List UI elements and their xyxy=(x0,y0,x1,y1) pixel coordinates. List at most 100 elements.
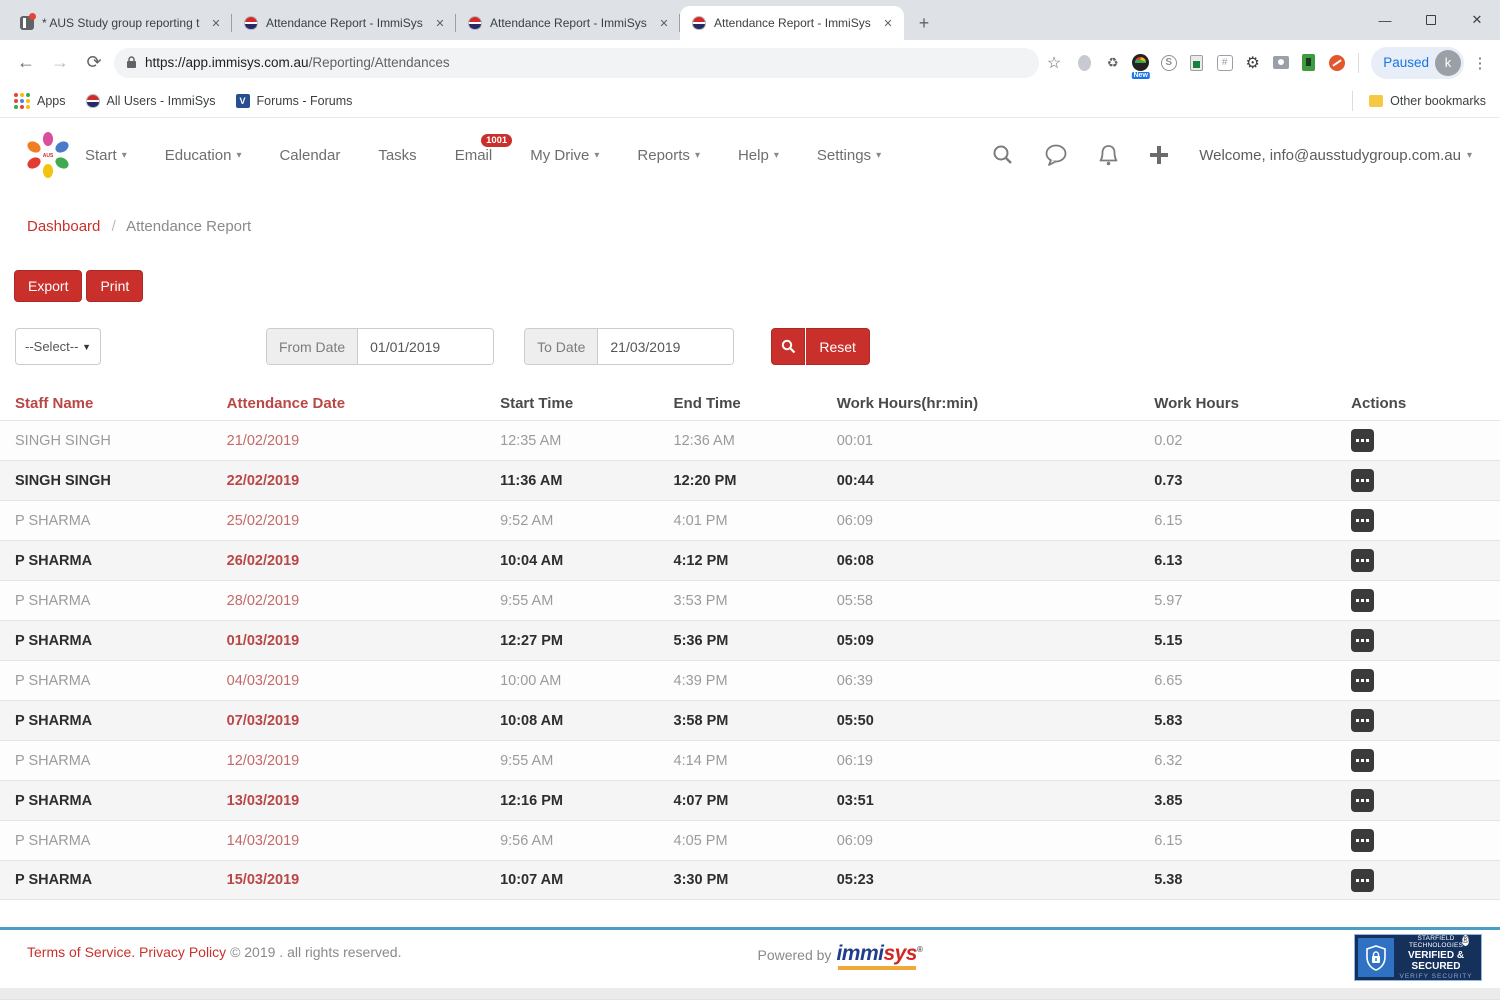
skype-extension-icon[interactable]: S xyxy=(1159,53,1178,72)
cam-extension-icon[interactable] xyxy=(1271,53,1290,72)
row-actions-button[interactable] xyxy=(1351,869,1374,892)
apps-grid-icon xyxy=(14,93,30,109)
gauge-extension-icon[interactable]: New xyxy=(1131,53,1150,72)
breadcrumb-dashboard-link[interactable]: Dashboard xyxy=(27,218,100,235)
menu-item-calendar[interactable]: Calendar xyxy=(279,147,340,164)
tab-close-icon[interactable]: ✕ xyxy=(208,15,224,31)
menu-item-tasks[interactable]: Tasks xyxy=(378,147,416,164)
extensions-row: ♻ New S # ⚙ xyxy=(1075,53,1346,72)
row-actions-button[interactable] xyxy=(1351,509,1374,532)
row-actions-button[interactable] xyxy=(1351,629,1374,652)
row-actions-button[interactable] xyxy=(1351,709,1374,732)
row-actions-button[interactable] xyxy=(1351,589,1374,612)
tab-close-icon[interactable]: ✕ xyxy=(432,15,448,31)
staff-select-dropdown[interactable]: --Select-- ▼ xyxy=(15,328,101,365)
menu-item-start[interactable]: Start▾ xyxy=(85,147,127,164)
actions-cell xyxy=(1351,549,1485,572)
sync-paused-button[interactable]: Paused k xyxy=(1371,47,1464,79)
menu-item-help[interactable]: Help▾ xyxy=(738,147,779,164)
close-window-button[interactable]: ✕ xyxy=(1454,0,1500,40)
browser-tab[interactable]: * AUS Study group reporting tha ✕ xyxy=(8,6,232,40)
start-time-cell: 9:55 AM xyxy=(500,753,553,769)
verified-secured-seal[interactable]: STARFIELD TECHNOLOGIES VERIFIED & SECURE… xyxy=(1354,934,1482,981)
reload-button[interactable]: ⟳ xyxy=(80,49,108,77)
grid-extension-icon[interactable]: # xyxy=(1215,53,1234,72)
attendance-date-link[interactable]: 26/02/2019 xyxy=(227,553,300,569)
menu-item-settings[interactable]: Settings▾ xyxy=(817,147,881,164)
row-actions-button[interactable] xyxy=(1351,789,1374,812)
attendance-date-link[interactable]: 14/03/2019 xyxy=(227,833,300,849)
row-actions-button[interactable] xyxy=(1351,469,1374,492)
menu-item-my-drive[interactable]: My Drive▾ xyxy=(530,147,599,164)
restore-button[interactable] xyxy=(1408,0,1454,40)
row-actions-button[interactable] xyxy=(1351,429,1374,452)
orange-extension-icon[interactable] xyxy=(1327,53,1346,72)
search-icon[interactable] xyxy=(992,144,1014,166)
row-actions-button[interactable] xyxy=(1351,669,1374,692)
search-filter-button[interactable] xyxy=(771,328,805,365)
phone-extension-icon[interactable] xyxy=(1299,53,1318,72)
egg-extension-icon[interactable] xyxy=(1075,53,1094,72)
attendance-date-link[interactable]: 21/02/2019 xyxy=(227,433,300,449)
bookmark-forums[interactable]: V Forums - Forums xyxy=(236,94,353,108)
to-date-input[interactable] xyxy=(598,329,733,364)
other-bookmarks-button[interactable]: Other bookmarks xyxy=(1369,94,1486,108)
reset-button[interactable]: Reset xyxy=(806,328,870,365)
attendance-date-link[interactable]: 12/03/2019 xyxy=(227,753,300,769)
menu-label: Help xyxy=(738,147,769,164)
bookmark-apps[interactable]: Apps xyxy=(14,93,66,109)
row-actions-button[interactable] xyxy=(1351,549,1374,572)
gear-extension-icon[interactable]: ⚙ xyxy=(1243,53,1262,72)
aus-study-group-logo[interactable]: AUS xyxy=(25,132,71,178)
print-button[interactable]: Print xyxy=(86,270,143,302)
attendance-date-link[interactable]: 13/03/2019 xyxy=(227,793,300,809)
attendance-date-link[interactable]: 28/02/2019 xyxy=(227,593,300,609)
menu-label: Email xyxy=(455,147,493,164)
menu-item-education[interactable]: Education▾ xyxy=(165,147,242,164)
chrome-menu-icon[interactable]: ⋮ xyxy=(1470,54,1490,72)
back-button[interactable]: ← xyxy=(12,49,40,77)
end-time-cell: 5:36 PM xyxy=(674,633,729,649)
chat-icon[interactable] xyxy=(1044,144,1068,166)
attendance-date-link[interactable]: 01/03/2019 xyxy=(227,633,300,649)
add-plus-icon[interactable] xyxy=(1149,145,1169,165)
bookmark-all-users[interactable]: All Users - ImmiSys xyxy=(86,94,216,108)
cell: 9:55 AM xyxy=(500,593,673,609)
browser-tab[interactable]: Attendance Report - ImmiSys✕ xyxy=(680,6,904,40)
row-actions-button[interactable] xyxy=(1351,749,1374,772)
recycle-extension-icon[interactable]: ♻ xyxy=(1103,53,1122,72)
export-button[interactable]: Export xyxy=(14,270,82,302)
minimize-button[interactable]: — xyxy=(1362,0,1408,40)
cell: 01/03/2019 xyxy=(227,633,500,649)
attendance-date-link[interactable]: 25/02/2019 xyxy=(227,513,300,529)
tab-close-icon[interactable]: ✕ xyxy=(656,15,672,31)
column-header: End Time xyxy=(674,395,837,412)
immisys-logo[interactable]: immisys® xyxy=(836,942,922,970)
menu-item-email[interactable]: Email1001 xyxy=(455,147,493,164)
cell: 06:39 xyxy=(837,673,1155,689)
attendance-date-link[interactable]: 07/03/2019 xyxy=(227,713,300,729)
browser-tab[interactable]: Attendance Report - ImmiSys✕ xyxy=(456,6,680,40)
attendance-date-link[interactable]: 04/03/2019 xyxy=(227,673,300,689)
address-bar[interactable]: https://app.immisys.com.au/Reporting/Att… xyxy=(114,48,1039,78)
terms-of-service-link[interactable]: Terms of Service. xyxy=(27,944,135,960)
cell: SINGH SINGH xyxy=(15,473,227,489)
tab-title: * AUS Study group reporting tha xyxy=(42,16,200,30)
new-tab-button[interactable]: + xyxy=(910,9,938,37)
profile-avatar[interactable]: k xyxy=(1435,50,1461,76)
menu-item-reports[interactable]: Reports▾ xyxy=(637,147,700,164)
forward-button[interactable]: → xyxy=(46,49,74,77)
browser-tab[interactable]: Attendance Report - ImmiSys✕ xyxy=(232,6,456,40)
user-account-dropdown[interactable]: Welcome, info@ausstudygroup.com.au ▾ xyxy=(1199,147,1472,164)
attendance-date-link[interactable]: 22/02/2019 xyxy=(227,473,300,489)
attendance-date-link[interactable]: 15/03/2019 xyxy=(227,872,300,888)
from-date-input[interactable] xyxy=(358,329,493,364)
privacy-policy-link[interactable]: Privacy Policy xyxy=(139,944,226,960)
row-actions-button[interactable] xyxy=(1351,829,1374,852)
end-time-cell: 3:30 PM xyxy=(674,872,729,888)
docpage-extension-icon[interactable] xyxy=(1187,53,1206,72)
tab-close-icon[interactable]: ✕ xyxy=(880,15,896,31)
paused-label: Paused xyxy=(1383,55,1429,70)
bookmark-star-icon[interactable]: ☆ xyxy=(1047,53,1061,73)
notifications-bell-icon[interactable] xyxy=(1098,144,1119,167)
